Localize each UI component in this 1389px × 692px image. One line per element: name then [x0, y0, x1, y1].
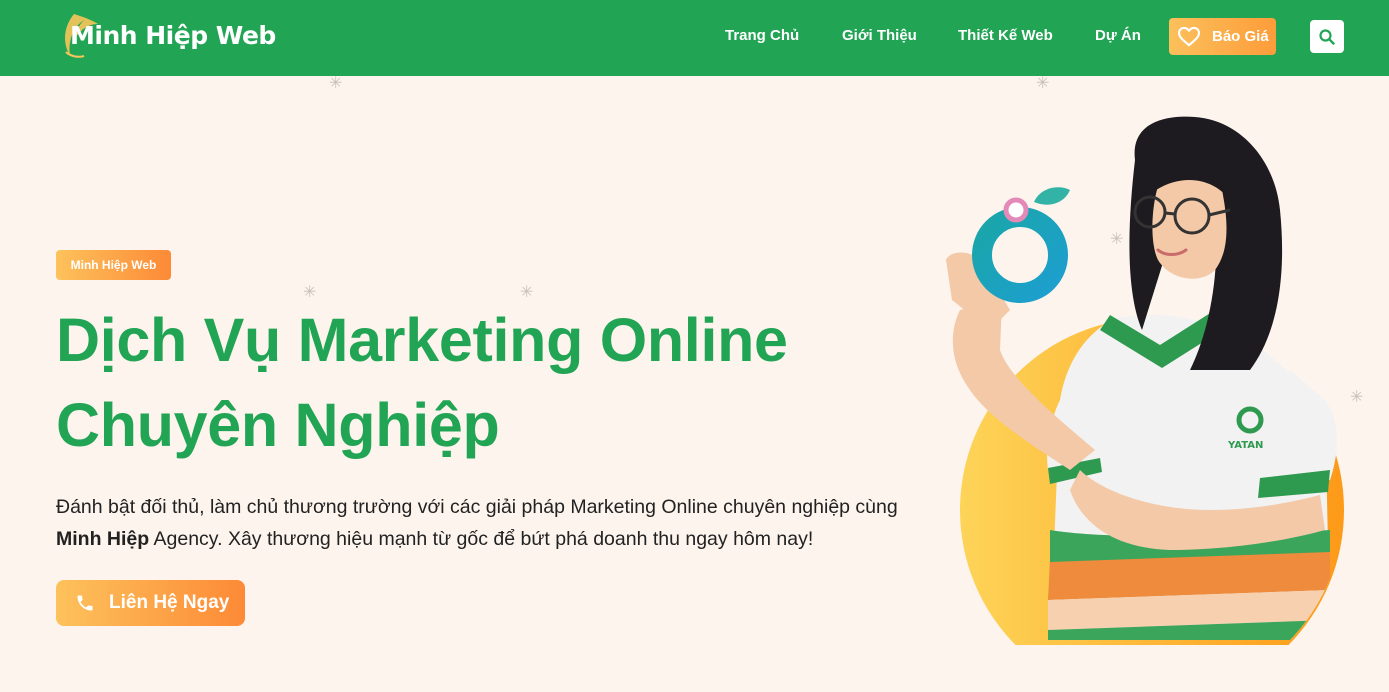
search-icon	[1319, 28, 1335, 45]
logo[interactable]: Minh Hiệp Web	[60, 12, 276, 58]
nav-item-du-an[interactable]: Dự Án	[1095, 27, 1141, 44]
quote-button-label: Báo Giá	[1212, 28, 1269, 45]
hero-illustration: YATAN	[946, 116, 1344, 645]
nav-item-gioi-thieu[interactable]: Giới Thiệu	[842, 27, 917, 44]
logo-text: Minh Hiệp Web	[70, 20, 276, 50]
hero-title-line1: Dịch Vụ Marketing Online	[56, 306, 788, 374]
phone-icon	[77, 595, 93, 611]
sparkle-icon: ✳	[329, 75, 343, 92]
sparkle-icon: ✳	[1036, 75, 1050, 92]
hero-description-brand: Minh Hiệp	[56, 528, 150, 550]
shirt-brand-text: YATAN	[1227, 440, 1263, 451]
site-header: Minh Hiệp Web Trang Chủ Giới Thiệu Thiết…	[0, 0, 1389, 76]
hero-title-line2: Chuyên Nghiệp	[56, 391, 500, 459]
quote-button[interactable]: Báo Giá	[1169, 18, 1276, 55]
hero-description-part1: Đánh bật đối thủ, làm chủ thương trường …	[56, 496, 898, 518]
hero-badge: Minh Hiệp Web	[56, 250, 171, 280]
hero-description-part2: Agency. Xây thương hiệu mạnh từ gốc để b…	[149, 528, 814, 550]
heart-icon	[1178, 26, 1200, 46]
hero-title: Dịch Vụ Marketing Online Chuyên Nghiệp	[56, 298, 856, 468]
search-button[interactable]	[1310, 20, 1344, 53]
brand-ring-icon	[972, 207, 1068, 303]
hero-description: Đánh bật đối thủ, làm chủ thương trường …	[56, 491, 906, 555]
contact-now-label: Liên Hệ Ngay	[109, 592, 230, 613]
nav-item-trang-chu[interactable]: Trang Chủ	[725, 27, 799, 44]
nav-item-thiet-ke-web[interactable]: Thiết Kế Web	[958, 27, 1053, 44]
contact-now-button[interactable]: Liên Hệ Ngay	[56, 580, 245, 626]
